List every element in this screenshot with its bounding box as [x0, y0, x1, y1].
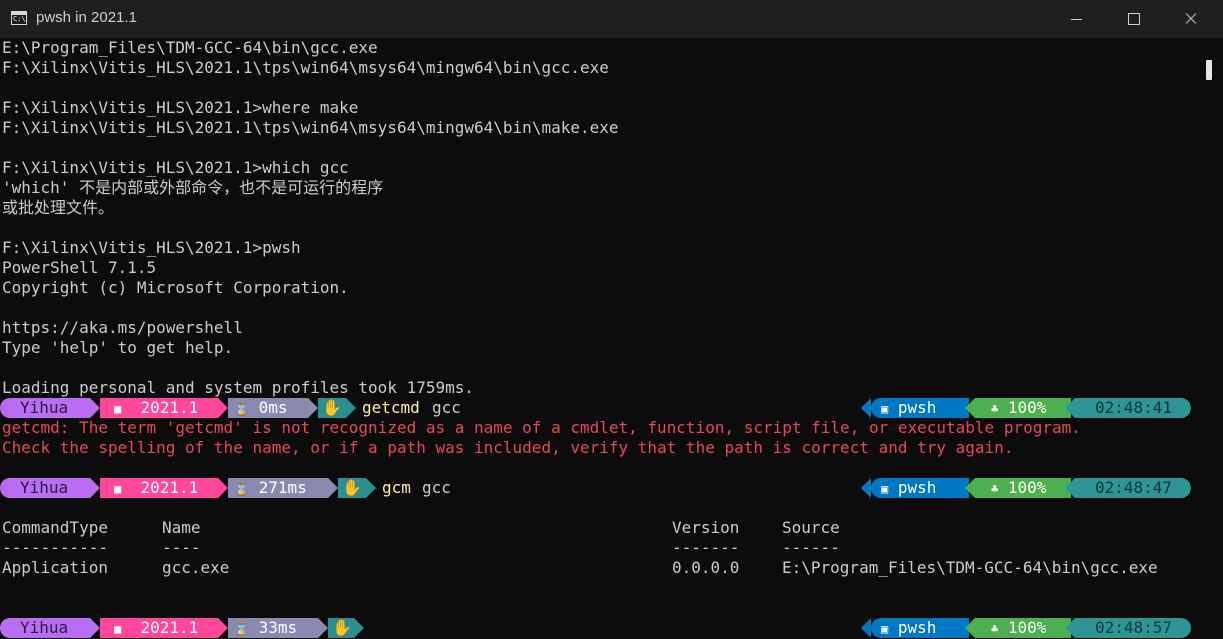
- prompt-battery-segment: ♣ 100%: [975, 618, 1071, 638]
- maximize-button[interactable]: [1104, 0, 1162, 38]
- prompt-shell-segment: ▣ pwsh: [871, 478, 969, 498]
- scrollbar-thumb[interactable]: [1206, 60, 1212, 80]
- table-divider: ----: [162, 538, 201, 557]
- folder-icon: ■: [114, 482, 122, 496]
- output-line: F:\Xilinx\Vitis_HLS\2021.1>which gcc: [2, 158, 349, 177]
- output-line: F:\Xilinx\Vitis_HLS\2021.1>pwsh: [2, 238, 301, 257]
- minimize-button[interactable]: [1047, 0, 1105, 38]
- prompt-elapsed-segment: ⌛ 271ms: [228, 478, 328, 498]
- git-hand-icon: ✋: [328, 618, 354, 638]
- prompt-clock-segment: 02:48:47: [1075, 478, 1191, 498]
- table-divider: -------: [672, 538, 740, 557]
- prompt-argument: gcc: [432, 398, 461, 417]
- prompt-shell-segment: ▣ pwsh: [871, 618, 969, 638]
- output-line: E:\Program_Files\TDM-GCC-64\bin\gcc.exe: [2, 38, 378, 57]
- hourglass-icon: ⌛: [234, 622, 249, 636]
- error-line: getcmd: The term 'getcmd' is not recogni…: [2, 418, 1081, 437]
- error-line: Check the spelling of the name, or if a …: [2, 438, 1014, 457]
- table-divider: ------: [782, 538, 840, 557]
- prompt-folder-segment: ■ 2021.1: [100, 478, 218, 498]
- prompt-shell-segment: ▣ pwsh: [871, 398, 969, 418]
- prompt-battery-segment: ♣ 100%: [975, 398, 1071, 418]
- table-cell-commandtype: Application: [2, 558, 108, 577]
- table-header-commandtype: CommandType: [2, 518, 108, 537]
- output-line: 'which' 不是内部或外部命令，也不是可运行的程序: [2, 178, 384, 197]
- table-divider: -----------: [2, 538, 108, 557]
- prompt-clock-segment: 02:48:57: [1075, 618, 1191, 638]
- terminal-icon: ▣: [881, 402, 889, 416]
- folder-icon: ■: [114, 622, 122, 636]
- table-cell-source: E:\Program_Files\TDM-GCC-64\bin\gcc.exe: [782, 558, 1158, 577]
- git-hand-icon: ✋: [318, 398, 346, 418]
- table-header-source: Source: [782, 518, 840, 537]
- terminal-output[interactable]: E:\Program_Files\TDM-GCC-64\bin\gcc.exe …: [0, 38, 1202, 639]
- hourglass-icon: ⌛: [234, 402, 249, 416]
- prompt-line: Yihua ■ 2021.1 ⌛ 33ms ✋ ▣ pwsh ♣ 100% 02…: [0, 618, 1200, 638]
- terminal-icon: ▣: [881, 482, 889, 496]
- output-line: Loading personal and system profiles too…: [2, 378, 475, 397]
- table-header-version: Version: [672, 518, 740, 537]
- output-line: https://aka.ms/powershell: [2, 318, 243, 337]
- output-line: F:\Xilinx\Vitis_HLS\2021.1\tps\win64\msy…: [2, 118, 619, 137]
- plant-icon: ♣: [991, 622, 999, 636]
- git-hand-icon: ✋: [338, 478, 366, 498]
- prompt-elapsed-segment: ⌛ 33ms: [228, 618, 318, 638]
- prompt-user-segment: Yihua: [0, 618, 90, 638]
- output-line: F:\Xilinx\Vitis_HLS\2021.1\tps\win64\msy…: [2, 58, 609, 77]
- prompt-argument: gcc: [422, 478, 451, 497]
- prompt-command: getcmd: [362, 398, 420, 417]
- plant-icon: ♣: [991, 402, 999, 416]
- table-header-name: Name: [162, 518, 201, 537]
- terminal-icon: ▣: [881, 622, 889, 636]
- prompt-user-segment: Yihua: [0, 478, 90, 498]
- prompt-clock-segment: 02:48:41: [1075, 398, 1191, 418]
- output-line: Copyright (c) Microsoft Corporation.: [2, 278, 349, 297]
- prompt-command: gcm: [382, 478, 411, 497]
- prompt-line: Yihua ■ 2021.1 ⌛ 0ms ✋ getcmd gcc ▣ pwsh…: [0, 398, 1200, 418]
- output-line: F:\Xilinx\Vitis_HLS\2021.1>where make: [2, 98, 359, 117]
- window-title: pwsh in 2021.1: [36, 9, 137, 26]
- folder-icon: ■: [114, 402, 122, 416]
- close-button[interactable]: [1162, 0, 1220, 38]
- hourglass-icon: ⌛: [234, 482, 249, 496]
- prompt-elapsed-segment: ⌛ 0ms: [228, 398, 308, 418]
- prompt-folder-segment: ■ 2021.1: [100, 618, 218, 638]
- output-line: Type 'help' to get help.: [2, 338, 234, 357]
- console-app-icon: [11, 11, 27, 25]
- prompt-battery-segment: ♣ 100%: [975, 478, 1071, 498]
- prompt-line: Yihua ■ 2021.1 ⌛ 271ms ✋ gcm gcc ▣ pwsh …: [0, 478, 1200, 498]
- prompt-folder-segment: ■ 2021.1: [100, 398, 218, 418]
- output-line: 或批处理文件。: [2, 198, 115, 217]
- prompt-user-segment: Yihua: [0, 398, 90, 418]
- plant-icon: ♣: [991, 482, 999, 496]
- table-cell-name: gcc.exe: [162, 558, 230, 577]
- table-cell-version: 0.0.0.0: [672, 558, 740, 577]
- output-line: PowerShell 7.1.5: [2, 258, 157, 277]
- title-bar: pwsh in 2021.1: [0, 0, 1223, 38]
